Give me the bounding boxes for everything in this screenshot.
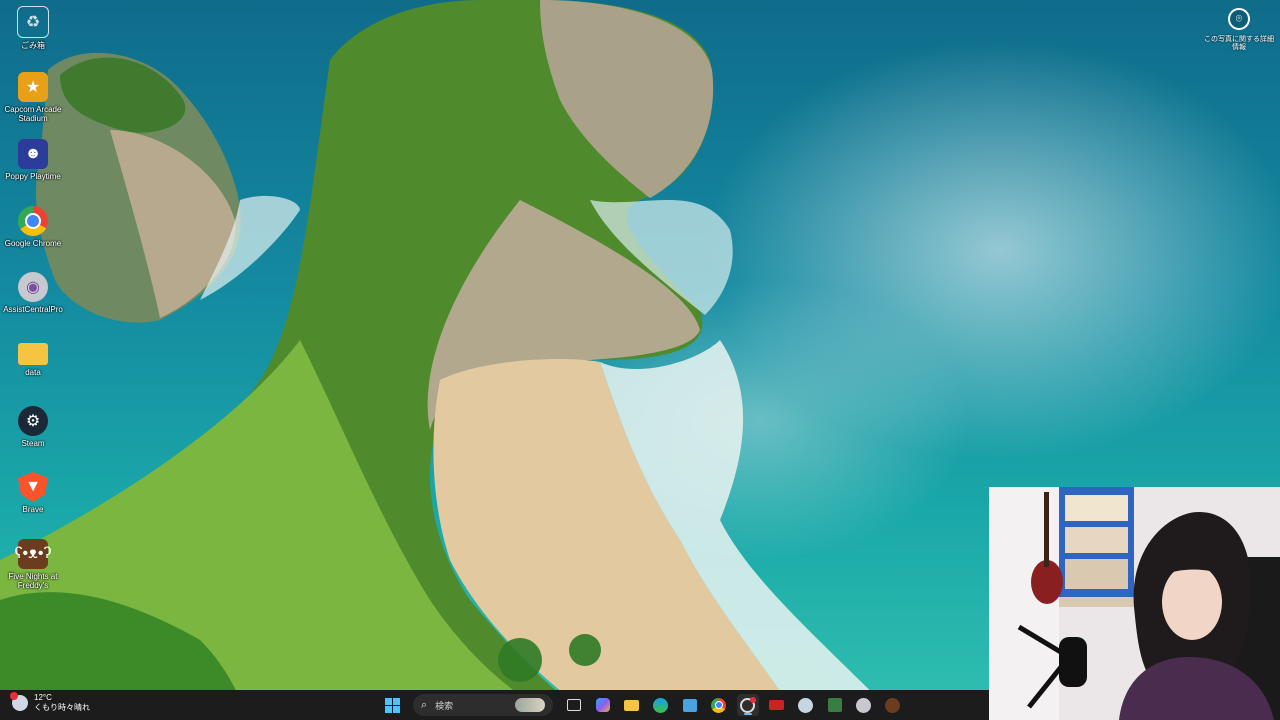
obs-icon (740, 696, 756, 713)
desktop-icon-label: Five Nights at Freddy's (8, 572, 58, 590)
weather-widget[interactable]: 12°C くもり時々晴れ (10, 692, 90, 713)
chrome-taskbar-icon (711, 697, 726, 713)
chrome-desktop-icon[interactable]: Google Chrome (0, 204, 66, 268)
spotlight-info-label: この写真に関する詳細情報 (1204, 36, 1274, 51)
chrome-taskbar-button[interactable] (708, 694, 730, 716)
recycle-bin-icon: ♻ (17, 6, 49, 38)
app-red-icon (769, 700, 784, 710)
weather-icon (10, 692, 28, 711)
microsoft-store-icon (682, 698, 697, 712)
desktop-icon-label: Steam (21, 439, 45, 448)
edge-icon (653, 697, 668, 713)
steam-desktop-icon[interactable]: ⚙ Steam (0, 404, 66, 468)
active-indicator (743, 713, 752, 715)
taskbar-search[interactable]: ⌕ 検索 (413, 694, 553, 716)
copilot-button[interactable] (592, 694, 614, 716)
poppy-playtime-desktop-icon[interactable]: ☻ Poppy Playtime (0, 137, 66, 201)
data-folder-desktop-icon[interactable]: data (0, 337, 66, 401)
desktop-icon-label: Capcom Arcade Stadium (4, 105, 62, 123)
assistcentral-desktop-icon[interactable]: ◉ AssistCentralPro (0, 270, 66, 334)
capcom-arcade-icon: ★ (18, 72, 48, 102)
obs-button[interactable] (736, 694, 759, 716)
brave-icon: ▼ (18, 472, 48, 502)
spotlight-info-button[interactable]: ⌾ この写真に関する詳細情報 (1204, 8, 1274, 52)
recycle-bin-desktop-icon[interactable]: ♻ ごみ箱 (0, 4, 66, 68)
edge-button[interactable] (650, 694, 672, 716)
camera-info-icon: ⌾ (1228, 8, 1250, 30)
brave-desktop-icon[interactable]: ▼ Brave (0, 470, 66, 534)
assistcentral-taskbar-icon (856, 697, 871, 713)
windows-logo-icon (385, 697, 400, 713)
taskbar: 12°C くもり時々晴れ ⌕ 検索 (0, 690, 989, 720)
start-button[interactable] (382, 694, 404, 716)
weather-condition: くもり時々晴れ (34, 703, 90, 712)
desktop-icon-label: data (25, 368, 41, 377)
poppy-playtime-icon: ☻ (18, 139, 48, 169)
fnaf-taskbar-button[interactable] (882, 694, 904, 716)
fnaf-desktop-icon[interactable]: ʕ•ᴥ•ʔ Five Nights at Freddy's (0, 537, 66, 601)
steam-taskbar-icon (798, 697, 813, 713)
file-explorer-button[interactable] (621, 694, 643, 716)
desktop-icon-label: AssistCentralPro (3, 305, 63, 314)
search-highlight-image (515, 698, 545, 712)
webcam-overlay (989, 487, 1280, 720)
microsoft-store-button[interactable] (679, 694, 701, 716)
fnaf-icon: ʕ•ᴥ•ʔ (15, 539, 51, 569)
file-explorer-icon (624, 699, 639, 711)
desktop-icon-label: Brave (22, 505, 44, 514)
desktop-icon-label: Poppy Playtime (5, 172, 61, 181)
assistcentral-taskbar-button[interactable] (853, 694, 875, 716)
chrome-icon (18, 206, 48, 236)
capcom-arcade-desktop-icon[interactable]: ★ Capcom Arcade Stadium (0, 70, 66, 134)
taskbar-apps: ⌕ 検索 (378, 690, 907, 720)
fnaf-taskbar-icon (885, 697, 900, 713)
app-green-button[interactable] (824, 694, 846, 716)
weather-temp: 12°C (34, 693, 52, 702)
task-view-button[interactable] (563, 694, 585, 716)
steam-icon: ⚙ (18, 406, 48, 436)
assistcentral-icon: ◉ (18, 272, 48, 302)
desktop-icon-label: Google Chrome (4, 239, 62, 248)
app-red-button[interactable] (766, 694, 788, 716)
desktop-icon-label: ごみ箱 (21, 41, 45, 50)
search-placeholder: 検索 (435, 700, 454, 711)
task-view-icon (566, 699, 581, 711)
steam-taskbar-button[interactable] (795, 694, 817, 716)
search-icon: ⌕ (421, 698, 428, 711)
app-green-icon (827, 698, 842, 712)
copilot-icon (595, 698, 610, 712)
folder-icon (18, 343, 48, 365)
